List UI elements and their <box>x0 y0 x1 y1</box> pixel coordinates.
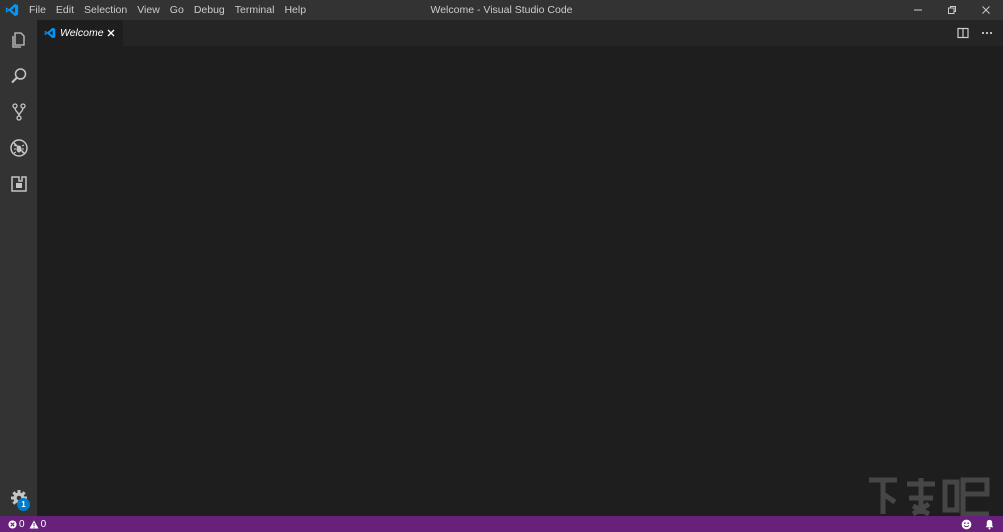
window-controls <box>901 0 1003 20</box>
activity-debug[interactable] <box>0 130 37 166</box>
more-actions-icon <box>981 31 993 35</box>
menu-selection[interactable]: Selection <box>79 0 132 20</box>
menu-view[interactable]: View <box>132 0 165 20</box>
vscode-logo-icon <box>44 27 56 39</box>
feedback-button[interactable] <box>961 519 974 530</box>
tab-close-button[interactable] <box>104 26 118 40</box>
menu-edit[interactable]: Edit <box>51 0 79 20</box>
search-icon <box>10 68 26 84</box>
notifications-bell-icon <box>985 519 994 529</box>
close-icon <box>982 6 990 14</box>
error-count: 0 <box>19 518 25 530</box>
activity-source-control[interactable] <box>0 94 37 130</box>
menu-terminal[interactable]: Terminal <box>230 0 280 20</box>
editor-tab-strip: Welcome <box>37 20 1003 46</box>
close-button[interactable] <box>969 0 1003 20</box>
menu-file[interactable]: File <box>24 0 51 20</box>
editor-actions <box>951 20 999 46</box>
title-bar: File Edit Selection View Go Debug Termin… <box>0 0 1003 20</box>
tab-welcome[interactable]: Welcome <box>37 20 123 46</box>
activity-search[interactable] <box>0 58 37 94</box>
source-control-icon <box>11 103 26 121</box>
feedback-smiley-icon <box>961 519 972 529</box>
minimize-button[interactable] <box>901 0 935 20</box>
files-icon <box>11 32 25 48</box>
menu-bar: File Edit Selection View Go Debug Termin… <box>24 0 311 20</box>
menu-debug[interactable]: Debug <box>189 0 230 20</box>
warning-count: 0 <box>40 518 47 530</box>
activity-explorer[interactable] <box>0 22 37 58</box>
activity-extensions[interactable] <box>0 166 37 202</box>
restore-icon <box>948 6 956 14</box>
manage-badge: 1 <box>17 498 30 511</box>
status-right <box>951 516 997 532</box>
menu-go[interactable]: Go <box>165 0 189 20</box>
vscode-logo-icon <box>0 0 24 20</box>
split-editor-icon <box>957 27 969 39</box>
restore-button[interactable] <box>935 0 969 20</box>
split-editor-button[interactable] <box>951 20 975 46</box>
debug-icon <box>9 139 28 157</box>
menu-help[interactable]: Help <box>279 0 311 20</box>
error-icon <box>8 519 17 529</box>
status-errors: 0 <box>8 519 25 530</box>
more-actions-button[interactable] <box>975 20 999 46</box>
minimize-icon <box>914 9 922 11</box>
status-warnings: 0 <box>29 518 47 530</box>
warning-icon <box>29 520 39 528</box>
activity-manage[interactable]: 1 <box>0 480 37 516</box>
close-icon <box>107 29 115 37</box>
extensions-icon <box>10 176 27 192</box>
tab-label: Welcome <box>60 27 104 39</box>
activity-bar: 1 <box>0 20 37 516</box>
status-problems[interactable]: 0 0 <box>0 516 50 532</box>
notifications-button[interactable] <box>984 519 997 530</box>
editor-area[interactable] <box>37 46 1003 516</box>
status-bar: 0 0 <box>0 516 1003 532</box>
